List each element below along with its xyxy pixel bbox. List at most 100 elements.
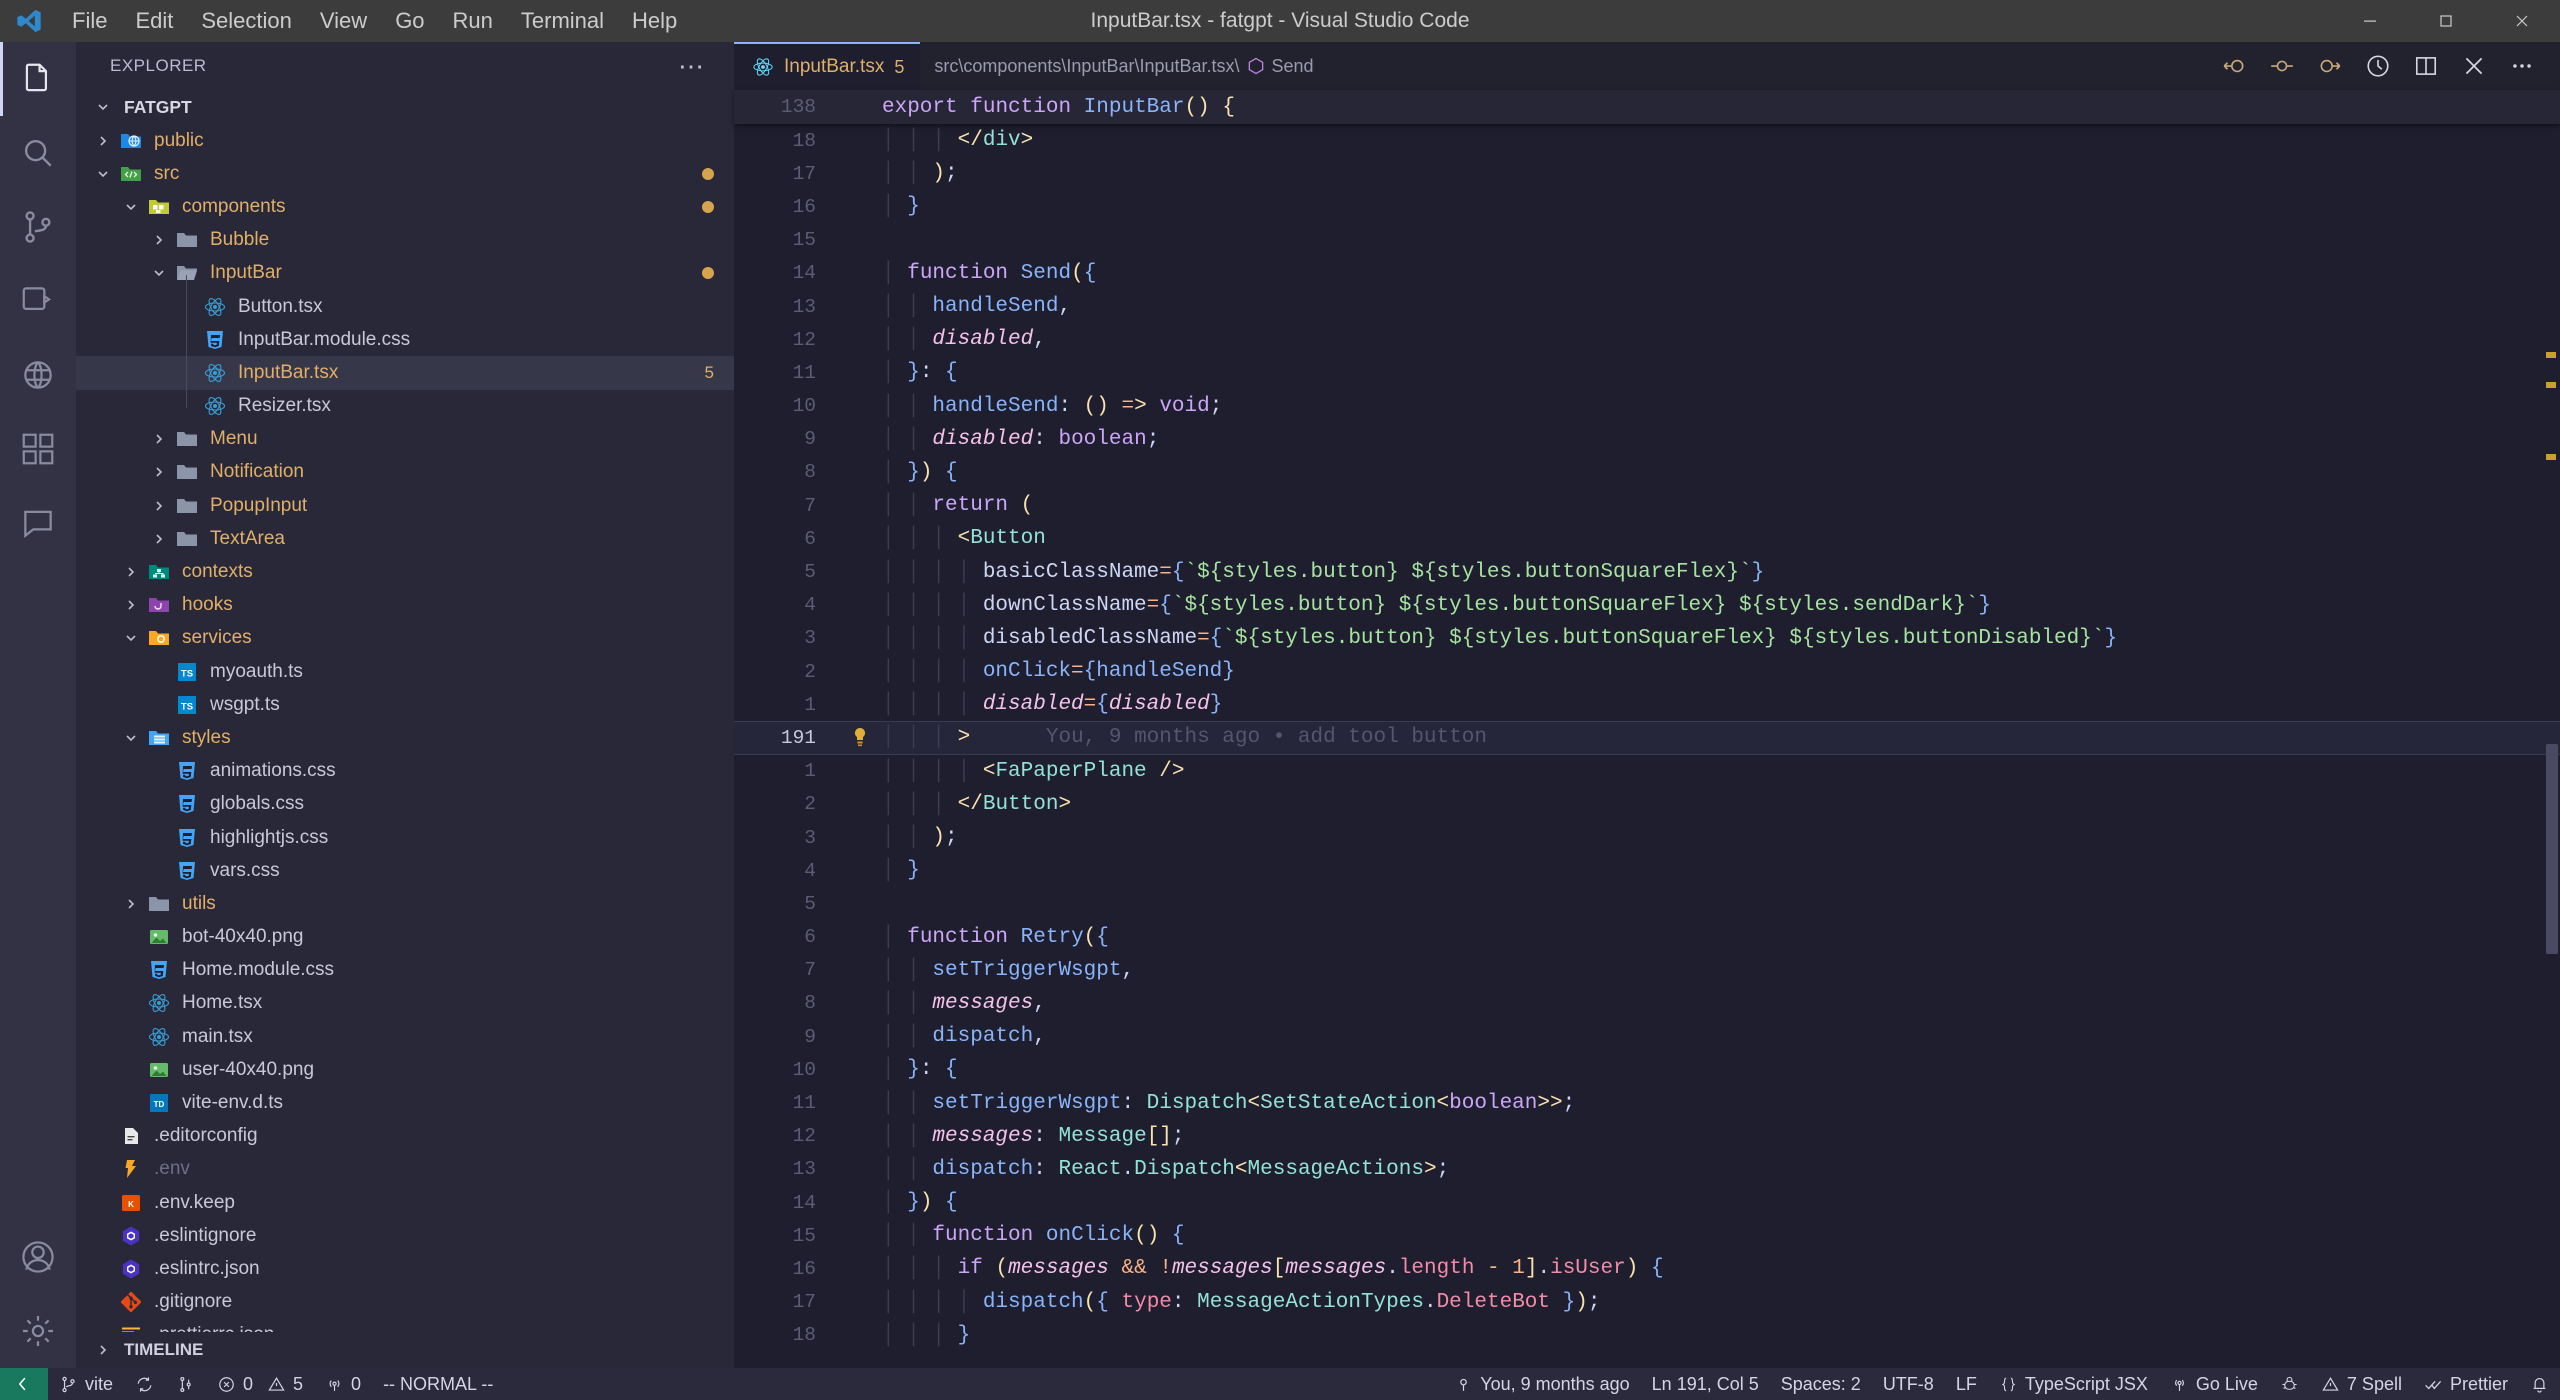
status-errors[interactable]: 0 5: [206, 1368, 314, 1400]
editor-scrollbar[interactable]: [2534, 124, 2560, 1368]
file-tree[interactable]: publicsrccomponentsBubbleInputBarButton.…: [76, 124, 734, 1332]
code-line[interactable]: 10│ │ handleSend: () => void;: [734, 390, 2560, 423]
close-editor-icon[interactable]: [2450, 42, 2498, 90]
tree-folder-row[interactable]: styles: [76, 721, 734, 754]
minimize-button[interactable]: [2332, 0, 2408, 42]
tree-file-row[interactable]: highlightjs.css: [76, 821, 734, 854]
code-line[interactable]: 7│ │ return (: [734, 489, 2560, 522]
code-line[interactable]: 18│ │ │ </div>: [734, 124, 2560, 157]
breadcrumb[interactable]: src\components\InputBar\InputBar.tsx\ Se…: [920, 56, 1313, 77]
menu-help[interactable]: Help: [618, 0, 691, 42]
code-line[interactable]: 6│ │ │ <Button: [734, 522, 2560, 555]
code-line[interactable]: 12│ │ disabled,: [734, 323, 2560, 356]
git-commit-icon[interactable]: [2258, 42, 2306, 90]
activity-accounts[interactable]: [0, 1220, 76, 1294]
tree-file-row[interactable]: .env: [76, 1153, 734, 1186]
tree-file-row[interactable]: animations.css: [76, 755, 734, 788]
tree-folder-row[interactable]: Bubble: [76, 224, 734, 257]
status-go-live[interactable]: Go Live: [2159, 1368, 2269, 1400]
status-eol[interactable]: LF: [1945, 1368, 1988, 1400]
split-editor-icon[interactable]: [2402, 42, 2450, 90]
code-line[interactable]: 5│ │ │ │ basicClassName={`${styles.butto…: [734, 555, 2560, 588]
code-line[interactable]: 10│ }: {: [734, 1053, 2560, 1086]
code-line[interactable]: 16│ }: [734, 190, 2560, 223]
tree-file-row[interactable]: TSmyoauth.ts: [76, 655, 734, 688]
activity-remote-explorer[interactable]: [0, 338, 76, 412]
code-line[interactable]: 5: [734, 887, 2560, 920]
menu-go[interactable]: Go: [381, 0, 438, 42]
status-branch[interactable]: vite: [48, 1368, 124, 1400]
code-line[interactable]: 15│ │ function onClick() {: [734, 1219, 2560, 1252]
tree-file-row[interactable]: main.tsx: [76, 1020, 734, 1053]
status-sync[interactable]: [124, 1368, 165, 1400]
status-git-blame[interactable]: You, 9 months ago: [1443, 1368, 1640, 1400]
code-line[interactable]: 6│ function Retry({: [734, 921, 2560, 954]
lightbulb-icon[interactable]: [842, 727, 878, 749]
scrollbar-thumb[interactable]: [2546, 744, 2558, 954]
activity-run-debug[interactable]: [0, 264, 76, 338]
code-line[interactable]: 13│ │ dispatch: React.Dispatch<MessageAc…: [734, 1153, 2560, 1186]
more-actions-icon[interactable]: [2498, 42, 2546, 90]
code-line[interactable]: 17│ │ );: [734, 157, 2560, 190]
code-line[interactable]: 8│ │ messages,: [734, 987, 2560, 1020]
code-line[interactable]: 17│ │ │ │ dispatch({ type: MessageAction…: [734, 1286, 2560, 1319]
tree-file-row[interactable]: .eslintrc.json: [76, 1252, 734, 1285]
tree-file-row[interactable]: Button.tsx: [76, 290, 734, 323]
workspace-root-row[interactable]: FATGPT: [76, 90, 734, 124]
status-git-extra[interactable]: [165, 1368, 206, 1400]
code-line[interactable]: 16│ │ │ if (messages && !messages[messag…: [734, 1252, 2560, 1285]
tree-folder-row[interactable]: utils: [76, 887, 734, 920]
sidebar-more-actions[interactable]: ⋯: [678, 53, 724, 79]
status-ports[interactable]: 0: [314, 1368, 372, 1400]
status-spell-checker[interactable]: 7 Spell: [2310, 1368, 2413, 1400]
tree-file-row[interactable]: bot-40x40.png: [76, 921, 734, 954]
tree-file-row[interactable]: vars.css: [76, 854, 734, 887]
tree-folder-row[interactable]: services: [76, 622, 734, 655]
code-line[interactable]: 14│ }) {: [734, 1186, 2560, 1219]
menu-run[interactable]: Run: [439, 0, 507, 42]
activity-source-control[interactable]: [0, 190, 76, 264]
tree-file-row[interactable]: .editorconfig: [76, 1120, 734, 1153]
tree-file-row[interactable]: .eslintignore: [76, 1219, 734, 1252]
code-line[interactable]: 18│ │ │ }: [734, 1319, 2560, 1352]
tree-folder-row[interactable]: InputBar: [76, 257, 734, 290]
remote-indicator[interactable]: [0, 1368, 48, 1400]
code-line[interactable]: 8│ }) {: [734, 456, 2560, 489]
code-line[interactable]: 9│ │ dispatch,: [734, 1020, 2560, 1053]
menu-view[interactable]: View: [306, 0, 381, 42]
code-line[interactable]: 4│ }: [734, 854, 2560, 887]
activity-settings-gear-icon[interactable]: [0, 1294, 76, 1368]
code-line[interactable]: 13│ │ handleSend,: [734, 290, 2560, 323]
tree-file-row[interactable]: K.env.keep: [76, 1186, 734, 1219]
tree-folder-row[interactable]: TextArea: [76, 522, 734, 555]
code-line[interactable]: 7│ │ setTriggerWsgpt,: [734, 954, 2560, 987]
tree-file-row[interactable]: globals.css: [76, 788, 734, 821]
menu-bar[interactable]: File Edit Selection View Go Run Terminal…: [58, 0, 691, 42]
code-line[interactable]: 11│ │ setTriggerWsgpt: Dispatch<SetState…: [734, 1086, 2560, 1119]
code-line[interactable]: 1│ │ │ │ disabled={disabled}: [734, 688, 2560, 721]
tree-folder-row[interactable]: src: [76, 157, 734, 190]
tree-folder-row[interactable]: PopupInput: [76, 489, 734, 522]
tree-file-row[interactable]: Resizer.tsx: [76, 390, 734, 423]
tree-file-row[interactable]: .gitignore: [76, 1286, 734, 1319]
code-line[interactable]: 2│ │ │ </Button>: [734, 788, 2560, 821]
go-forward-icon[interactable]: [2306, 42, 2354, 90]
menu-edit[interactable]: Edit: [121, 0, 187, 42]
code-line[interactable]: 12│ │ messages: Message[];: [734, 1120, 2560, 1153]
tree-folder-row[interactable]: Menu: [76, 423, 734, 456]
status-cursor-position[interactable]: Ln 191, Col 5: [1641, 1368, 1770, 1400]
close-button[interactable]: [2484, 0, 2560, 42]
code-line[interactable]: 11│ }: {: [734, 356, 2560, 389]
code-line[interactable]: 15: [734, 224, 2560, 257]
activity-explorer[interactable]: [0, 42, 76, 116]
tree-file-row[interactable]: Home.tsx: [76, 987, 734, 1020]
code-line[interactable]: 3│ │ │ │ disabledClassName={`${styles.bu…: [734, 622, 2560, 655]
menu-selection[interactable]: Selection: [187, 0, 306, 42]
status-language-mode[interactable]: TypeScript JSX: [1988, 1368, 2159, 1400]
tree-file-row[interactable]: Home.module.css: [76, 954, 734, 987]
status-indentation[interactable]: Spaces: 2: [1770, 1368, 1872, 1400]
status-notifications[interactable]: [2519, 1368, 2560, 1400]
activity-extensions[interactable]: [0, 412, 76, 486]
tree-folder-row[interactable]: Notification: [76, 456, 734, 489]
menu-file[interactable]: File: [58, 0, 121, 42]
